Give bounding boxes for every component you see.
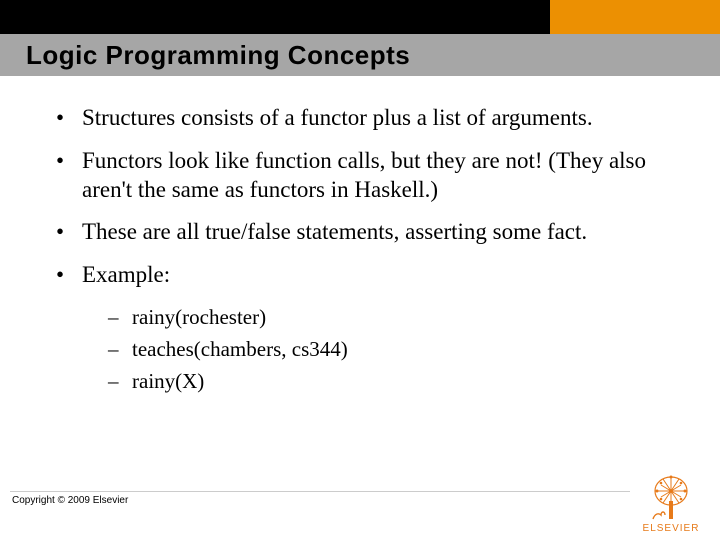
elsevier-logo-text: ELSEVIER (638, 523, 704, 534)
bullet-text: Structures consists of a functor plus a … (82, 104, 672, 133)
header-orange-box (550, 0, 720, 34)
sub-bullet-marker: – (108, 336, 132, 362)
bullet-item: • Functors look like function calls, but… (52, 147, 672, 205)
sub-bullet-item: – rainy(X) (108, 368, 672, 394)
sub-bullet-item: – teaches(chambers, cs344) (108, 336, 672, 362)
bullet-marker: • (52, 218, 82, 247)
bullet-item: • Structures consists of a functor plus … (52, 104, 672, 133)
bullet-text: Functors look like function calls, but t… (82, 147, 672, 205)
sub-bullet-marker: – (108, 368, 132, 394)
slide-title: Logic Programming Concepts (0, 40, 410, 71)
content-area: • Structures consists of a functor plus … (52, 104, 672, 401)
elsevier-logo: ELSEVIER (638, 473, 704, 534)
sub-bullet-marker: – (108, 304, 132, 330)
bullet-marker: • (52, 147, 82, 205)
bullet-text: These are all true/false statements, ass… (82, 218, 672, 247)
sub-bullet-text: rainy(rochester) (132, 304, 266, 330)
divider-line (10, 491, 630, 492)
elsevier-tree-icon (643, 473, 699, 521)
title-bar: Logic Programming Concepts (0, 34, 720, 76)
sub-bullet-list: – rainy(rochester) – teaches(chambers, c… (108, 304, 672, 395)
bullet-item: • These are all true/false statements, a… (52, 218, 672, 247)
bullet-marker: • (52, 261, 82, 290)
bullet-item: • Example: (52, 261, 672, 290)
sub-bullet-text: teaches(chambers, cs344) (132, 336, 348, 362)
bullet-text: Example: (82, 261, 672, 290)
sub-bullet-text: rainy(X) (132, 368, 204, 394)
copyright-text: Copyright © 2009 Elsevier (12, 495, 128, 506)
bullet-marker: • (52, 104, 82, 133)
sub-bullet-item: – rainy(rochester) (108, 304, 672, 330)
